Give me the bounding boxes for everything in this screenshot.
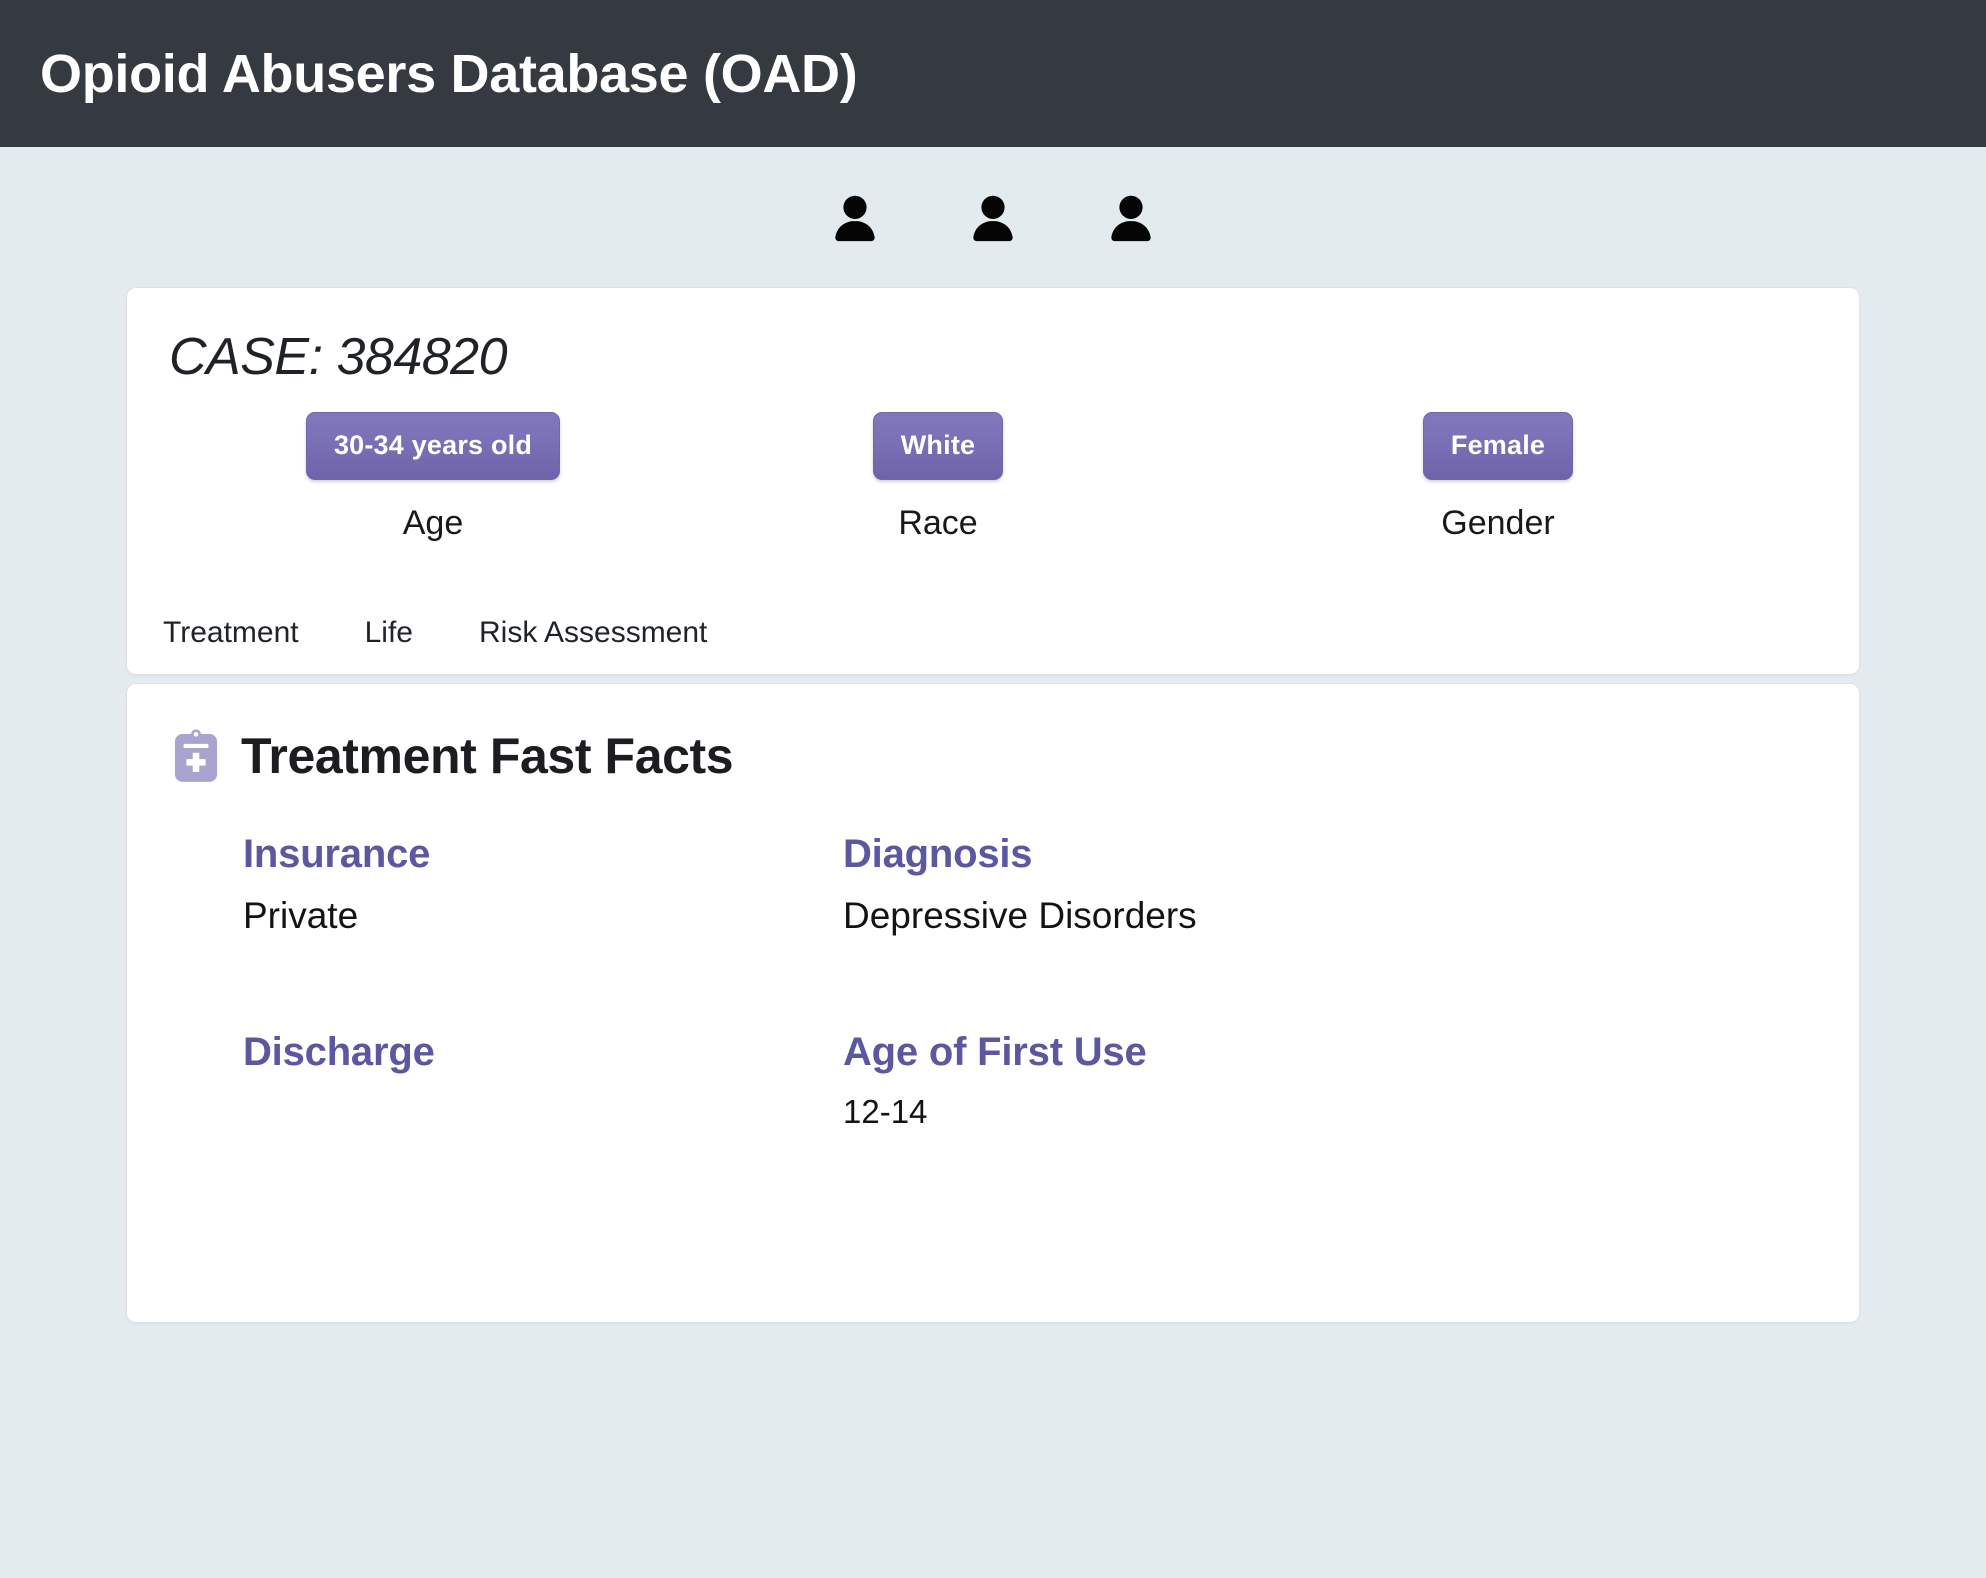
app-header: Opioid Abusers Database (OAD) xyxy=(0,0,1986,147)
tab-bar: Treatment Life Risk Assessment xyxy=(163,617,1823,674)
fact-label: Age of First Use xyxy=(843,1030,1147,1075)
treatment-fast-facts-card: Treatment Fast Facts Insurance Private D… xyxy=(126,682,1860,1323)
person-icon xyxy=(824,189,886,251)
demographic-race: White Race xyxy=(703,411,1173,542)
race-badge[interactable]: White xyxy=(872,411,1004,480)
person-icon xyxy=(1100,189,1162,251)
case-summary-card: CASE: 384820 30-34 years old Age White R… xyxy=(126,287,1860,675)
facts-header: Treatment Fast Facts xyxy=(173,728,1823,784)
age-label: Age xyxy=(402,503,464,542)
case-panel: CASE: 384820 30-34 years old Age White R… xyxy=(126,287,1860,1323)
fact-insurance: Insurance Private xyxy=(243,834,843,1033)
tab-treatment[interactable]: Treatment xyxy=(163,617,299,648)
fact-age-of-first-use: Age of First Use 12-14 xyxy=(843,1032,1823,1230)
demographics-row: 30-34 years old Age White Race Female Ge… xyxy=(163,411,1823,542)
race-label: Race xyxy=(898,503,978,542)
gender-label: Gender xyxy=(1441,503,1555,542)
fact-value: Private xyxy=(243,894,359,936)
gender-badge[interactable]: Female xyxy=(1422,411,1574,480)
clipboard-medical-icon xyxy=(173,728,219,784)
fact-diagnosis: Diagnosis Depressive Disorders xyxy=(843,834,1823,1033)
facts-grid: Insurance Private Diagnosis Depressive D… xyxy=(243,834,1823,1231)
fact-label: Insurance xyxy=(243,831,431,876)
tab-risk-assessment[interactable]: Risk Assessment xyxy=(479,617,707,648)
fact-value xyxy=(243,1094,843,1134)
demographic-gender: Female Gender xyxy=(1173,411,1823,542)
case-title: CASE: 384820 xyxy=(169,328,508,386)
demographic-age: 30-34 years old Age xyxy=(163,411,703,542)
fact-label: Discharge xyxy=(243,1030,435,1075)
person-icon xyxy=(962,189,1024,251)
age-badge[interactable]: 30-34 years old xyxy=(305,411,561,480)
app-title: Opioid Abusers Database (OAD) xyxy=(40,43,858,104)
fact-label: Diagnosis xyxy=(843,831,1033,876)
fact-value: Depressive Disorders xyxy=(843,894,1197,936)
facts-title: Treatment Fast Facts xyxy=(241,727,734,784)
avatar-strip xyxy=(0,147,1986,287)
fact-value: 12-14 xyxy=(843,1093,928,1131)
fact-discharge: Discharge xyxy=(243,1032,843,1230)
tab-life[interactable]: Life xyxy=(365,617,413,648)
